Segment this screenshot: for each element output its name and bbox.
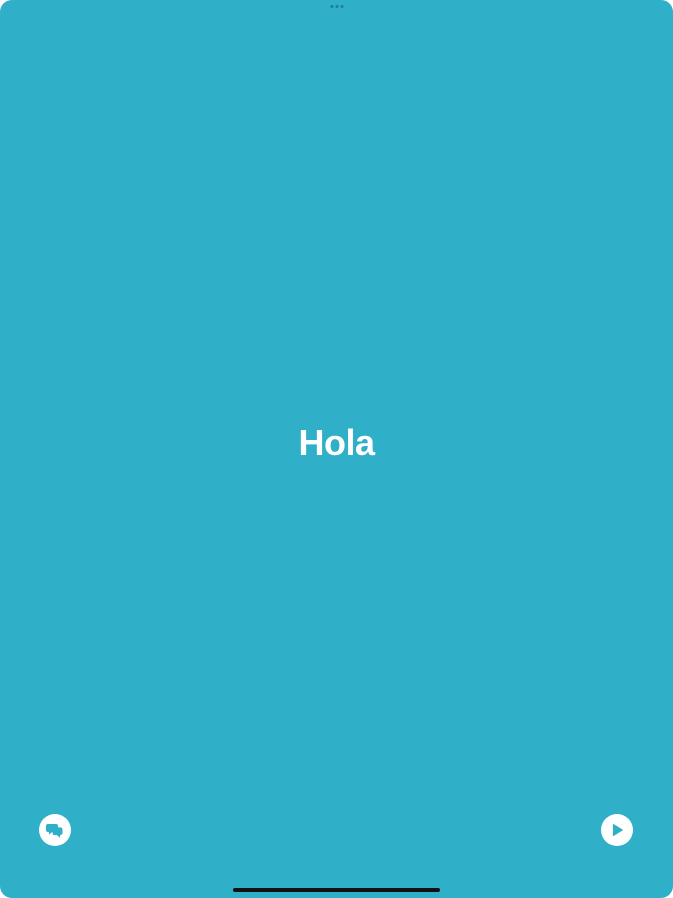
grabber-dot — [340, 5, 343, 8]
grabber-dot — [335, 5, 338, 8]
play-icon — [612, 824, 623, 836]
speech-bubbles-icon — [46, 824, 63, 838]
flashcard-word: Hola — [298, 422, 375, 463]
home-indicator — [233, 888, 440, 892]
flashcard-screen[interactable]: Hola — [0, 0, 673, 898]
grabber-dot — [330, 5, 333, 8]
translation-button[interactable] — [39, 814, 71, 846]
play-audio-button[interactable] — [601, 814, 633, 846]
window-grabber[interactable] — [330, 5, 343, 8]
